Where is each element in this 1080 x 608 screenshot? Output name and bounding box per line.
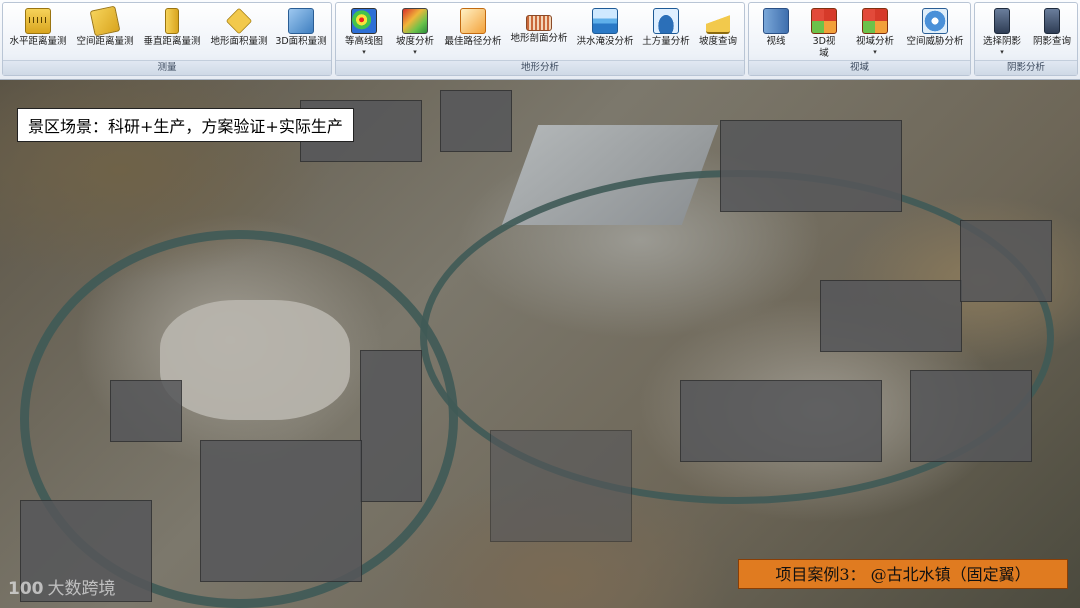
- chevron-down-icon: ▾: [1000, 48, 1004, 56]
- ruler-diagonal-icon: [89, 5, 121, 37]
- sightline-button[interactable]: 视线: [753, 5, 799, 61]
- best-path-button[interactable]: 最佳路径分析: [441, 5, 505, 61]
- slope-analysis-button[interactable]: 坡度分析 ▾: [391, 5, 439, 61]
- chevron-down-icon: ▾: [362, 48, 366, 56]
- building-block: [720, 120, 902, 212]
- shadow-query-button[interactable]: 阴影查询: [1027, 5, 1077, 61]
- slope-query-button[interactable]: 坡度查询: [694, 5, 742, 61]
- viewshed-3d-icon: [811, 8, 837, 34]
- path-icon: [460, 8, 486, 34]
- shadow-select-icon: [994, 8, 1010, 34]
- group-label-measure: 测量: [3, 60, 331, 75]
- contour-map-button[interactable]: 等高线图 ▾: [340, 5, 388, 61]
- flood-icon: [592, 8, 618, 34]
- viewshed-icon: [862, 8, 888, 34]
- spatial-distance-button[interactable]: 空间距离量测: [73, 5, 137, 61]
- building-block: [490, 430, 632, 542]
- area-measure-icon: [225, 7, 253, 35]
- building-block: [360, 350, 422, 502]
- group-viewshed: 视线 3D视域 视域分析 ▾ 空间威胁分析 视域: [748, 2, 971, 76]
- slope-icon: [402, 8, 428, 34]
- terrain-area-button[interactable]: 地形面积量测: [207, 5, 271, 61]
- watermark: 100 大数跨境: [8, 579, 116, 599]
- group-label-terrain: 地形分析: [336, 60, 744, 75]
- building-block: [910, 370, 1032, 462]
- chevron-down-icon: ▾: [873, 48, 877, 56]
- flood-analysis-button[interactable]: 洪水淹没分析: [573, 5, 637, 61]
- building-block: [110, 380, 182, 442]
- chevron-down-icon: ▾: [413, 48, 417, 56]
- shadow-query-icon: [1044, 8, 1060, 34]
- aerial-map-view[interactable]: 景区场景：科研+生产，方案验证+实际生产 100 大数跨境 项目案例3： @古北水…: [0, 80, 1080, 608]
- ruler-icon: [25, 8, 51, 34]
- project-case-label: 项目案例3： @古北水镇（固定翼）: [738, 559, 1068, 589]
- area-3d-button[interactable]: 3D面积量测: [273, 5, 329, 61]
- group-label-shadow: 阴影分析: [975, 60, 1077, 75]
- viewshed-analysis-button[interactable]: 视域分析 ▾: [849, 5, 901, 61]
- building-block: [200, 440, 362, 582]
- scene-label: 景区场景：科研+生产，方案验证+实际生产: [17, 108, 354, 142]
- earthwork-button[interactable]: 土方量分析: [639, 5, 693, 61]
- building-block: [680, 380, 882, 462]
- threat-icon: [922, 8, 948, 34]
- building-block: [960, 220, 1052, 302]
- contour-icon: [351, 8, 377, 34]
- viewshed-3d-button[interactable]: 3D视域: [801, 5, 847, 61]
- profile-icon: [526, 15, 552, 31]
- shadow-select-button[interactable]: 选择阴影 ▾: [977, 5, 1027, 61]
- building-block: [820, 280, 962, 352]
- group-label-viewshed: 视域: [749, 60, 970, 75]
- earthwork-icon: [653, 8, 679, 34]
- ribbon-toolbar: 水平距离量测 空间距离量测 垂直距离量测 地形面积量测 3D面积量测 测量 等高…: [0, 0, 1080, 80]
- slope-query-icon: [706, 8, 730, 34]
- building-block: [440, 90, 512, 152]
- terrain-profile-button[interactable]: 地形剖面分析: [507, 5, 571, 61]
- cube-area-icon: [288, 8, 314, 34]
- horizontal-distance-button[interactable]: 水平距离量测: [7, 5, 69, 61]
- brand-logo-icon: 100: [8, 579, 44, 599]
- group-terrain-analysis: 等高线图 ▾ 坡度分析 ▾ 最佳路径分析 地形剖面分析 洪水淹没分析 土方量分析…: [335, 2, 745, 76]
- group-measure: 水平距离量测 空间距离量测 垂直距离量测 地形面积量测 3D面积量测 测量: [2, 2, 332, 76]
- threat-analysis-button[interactable]: 空间威胁分析: [903, 5, 967, 61]
- group-shadow-analysis: 选择阴影 ▾ 阴影查询 阴影分析: [974, 2, 1078, 76]
- ruler-vertical-icon: [165, 8, 179, 34]
- sightline-icon: [763, 8, 789, 34]
- vertical-distance-button[interactable]: 垂直距离量测: [140, 5, 204, 61]
